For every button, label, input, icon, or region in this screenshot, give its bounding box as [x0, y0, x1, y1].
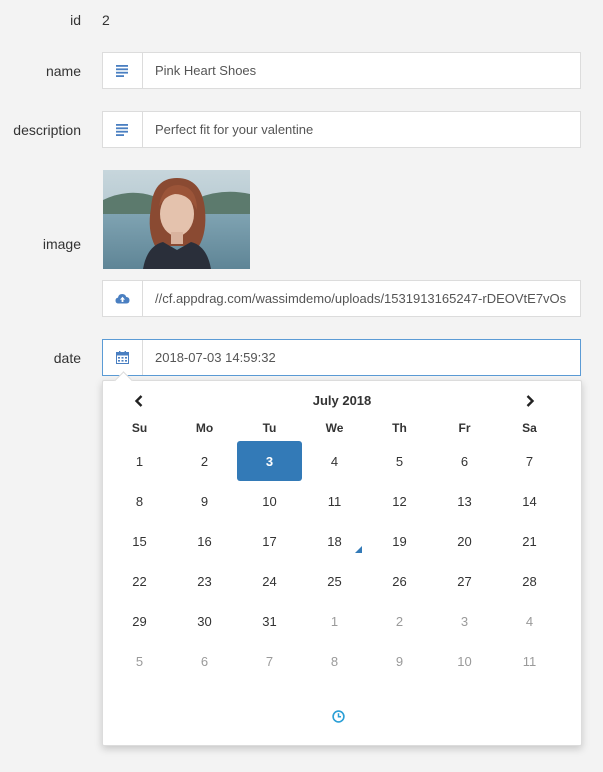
- calendar-day[interactable]: 27: [432, 561, 497, 601]
- weekday-label: Fr: [458, 421, 471, 435]
- date-field: [102, 339, 581, 376]
- calendar-day[interactable]: 28: [497, 561, 562, 601]
- month-title[interactable]: July 2018: [103, 393, 581, 408]
- calendar-day[interactable]: 19: [367, 521, 432, 561]
- calendar-week: 8 9 10 11 12 13 14: [107, 481, 577, 521]
- calendar-day-next-month[interactable]: 2: [367, 601, 432, 641]
- calendar-day[interactable]: 20: [432, 521, 497, 561]
- image-url-input[interactable]: [143, 281, 580, 316]
- date-input[interactable]: [143, 340, 580, 375]
- weekday-label: We: [325, 421, 344, 435]
- calendar-week: 22 23 24 25 26 27 28: [107, 561, 577, 601]
- description-input[interactable]: [143, 112, 580, 147]
- calendar-day[interactable]: 4: [302, 441, 367, 481]
- image-preview: [103, 170, 250, 269]
- calendar-day-next-month[interactable]: 9: [367, 641, 432, 681]
- calendar-day-next-month[interactable]: 8: [302, 641, 367, 681]
- calendar-week: 15 16 17 18 19 20 21: [107, 521, 577, 561]
- calendar-day[interactable]: 22: [107, 561, 172, 601]
- calendar-day-next-month[interactable]: 11: [497, 641, 562, 681]
- name-label: name: [45, 63, 81, 79]
- description-field: [102, 111, 581, 148]
- calendar-day[interactable]: 31: [237, 601, 302, 641]
- calendar-day-next-month[interactable]: 6: [172, 641, 237, 681]
- calendar-day-next-month[interactable]: 7: [237, 641, 302, 681]
- name-input[interactable]: [143, 53, 580, 88]
- calendar-day[interactable]: 29: [107, 601, 172, 641]
- cloud-upload-icon[interactable]: [103, 281, 143, 316]
- calendar-day[interactable]: 5: [367, 441, 432, 481]
- calendar-day-today[interactable]: 18: [302, 521, 367, 561]
- weekday-label: Sa: [522, 421, 537, 435]
- calendar-day[interactable]: 17: [237, 521, 302, 561]
- calendar-day[interactable]: 30: [172, 601, 237, 641]
- calendar-week: 5 6 7 8 9 10 11: [107, 641, 577, 681]
- calendar-week: 29 30 31 1 2 3 4: [107, 601, 577, 641]
- calendar-day[interactable]: 1: [107, 441, 172, 481]
- description-label: description: [13, 122, 81, 138]
- calendar-day[interactable]: 25: [302, 561, 367, 601]
- text-field-icon: [103, 53, 143, 88]
- name-field: [102, 52, 581, 89]
- calendar-week: 1 2 3 4 5 6 7: [107, 441, 577, 481]
- calendar-day[interactable]: 8: [107, 481, 172, 521]
- calendar-day[interactable]: 9: [172, 481, 237, 521]
- calendar-day-next-month[interactable]: 4: [497, 601, 562, 641]
- calendar-day-next-month[interactable]: 3: [432, 601, 497, 641]
- id-value: 2: [102, 12, 110, 28]
- datepicker-header: July 2018: [103, 389, 581, 413]
- calendar-grid: Su Mo Tu We Th Fr Sa 1 2 3 4 5 6 7 8 9 1…: [107, 421, 577, 681]
- calendar-day[interactable]: 24: [237, 561, 302, 601]
- calendar-day[interactable]: 26: [367, 561, 432, 601]
- calendar-day[interactable]: 14: [497, 481, 562, 521]
- calendar-day-next-month[interactable]: 1: [302, 601, 367, 641]
- calendar-day[interactable]: 10: [237, 481, 302, 521]
- calendar-day-selected[interactable]: 3: [237, 441, 302, 481]
- text-field-icon: [103, 112, 143, 147]
- selected-day-number: 3: [265, 453, 274, 469]
- weekday-label: Tu: [262, 421, 277, 435]
- calendar-day[interactable]: 13: [432, 481, 497, 521]
- calendar-day[interactable]: 6: [432, 441, 497, 481]
- calendar-day[interactable]: 12: [367, 481, 432, 521]
- calendar-day[interactable]: 11: [302, 481, 367, 521]
- calendar-day[interactable]: 23: [172, 561, 237, 601]
- calendar-icon[interactable]: [103, 340, 143, 375]
- today-day-number: 18: [327, 533, 342, 549]
- calendar-day[interactable]: 7: [497, 441, 562, 481]
- clock-icon[interactable]: [329, 707, 347, 725]
- image-label: image: [42, 236, 81, 252]
- datepicker-popup: July 2018 Su Mo Tu We Th Fr Sa 1 2 3 4 5…: [102, 380, 582, 746]
- image-url-field: [102, 280, 581, 317]
- weekday-label: Mo: [195, 421, 214, 435]
- weekday-label: Th: [392, 421, 407, 435]
- today-marker: [355, 546, 362, 553]
- calendar-day[interactable]: 21: [497, 521, 562, 561]
- weekday-header-row: Su Mo Tu We Th Fr Sa: [107, 421, 577, 441]
- chevron-right-icon[interactable]: [518, 391, 542, 411]
- calendar-day-next-month[interactable]: 5: [107, 641, 172, 681]
- calendar-day[interactable]: 16: [172, 521, 237, 561]
- id-label: id: [70, 12, 81, 28]
- calendar-day-next-month[interactable]: 10: [432, 641, 497, 681]
- weekday-label: Su: [131, 421, 148, 435]
- date-label: date: [53, 350, 81, 366]
- calendar-day[interactable]: 15: [107, 521, 172, 561]
- calendar-day[interactable]: 2: [172, 441, 237, 481]
